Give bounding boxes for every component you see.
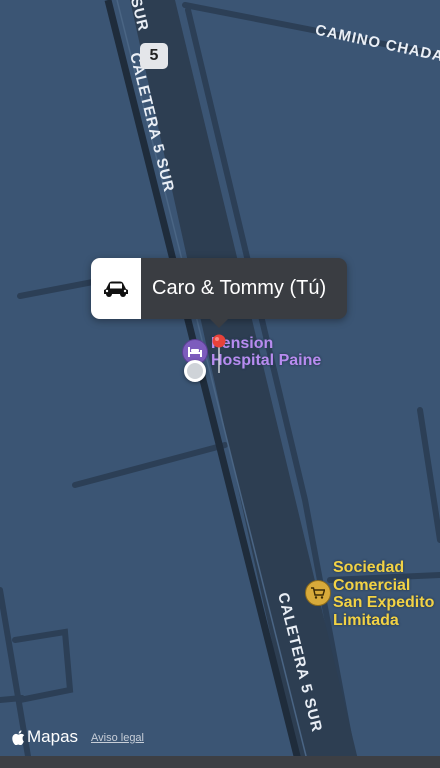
- user-callout[interactable]: Caro & Tommy (Tú): [91, 258, 347, 328]
- callout-title: Caro & Tommy (Tú): [152, 277, 327, 299]
- poi-pension-label[interactable]: Pension Hospital Paine: [211, 335, 321, 369]
- car-icon: [91, 258, 141, 319]
- minor-road: [0, 695, 25, 703]
- route-shield: 5: [140, 43, 168, 69]
- maps-brand: Mapas: [12, 727, 78, 747]
- location-pin-icon: [211, 333, 227, 378]
- legal-link[interactable]: Aviso legal: [91, 732, 144, 744]
- map-canvas[interactable]: [0, 0, 440, 768]
- bottom-bar: [0, 756, 440, 768]
- apple-logo-icon: [12, 729, 25, 745]
- poi-store-label[interactable]: Sociedad Comercial San Expedito Limitada: [333, 559, 434, 629]
- brand-label: Mapas: [27, 727, 79, 746]
- shopping-cart-icon[interactable]: [305, 580, 331, 606]
- user-location-dot[interactable]: [184, 360, 206, 382]
